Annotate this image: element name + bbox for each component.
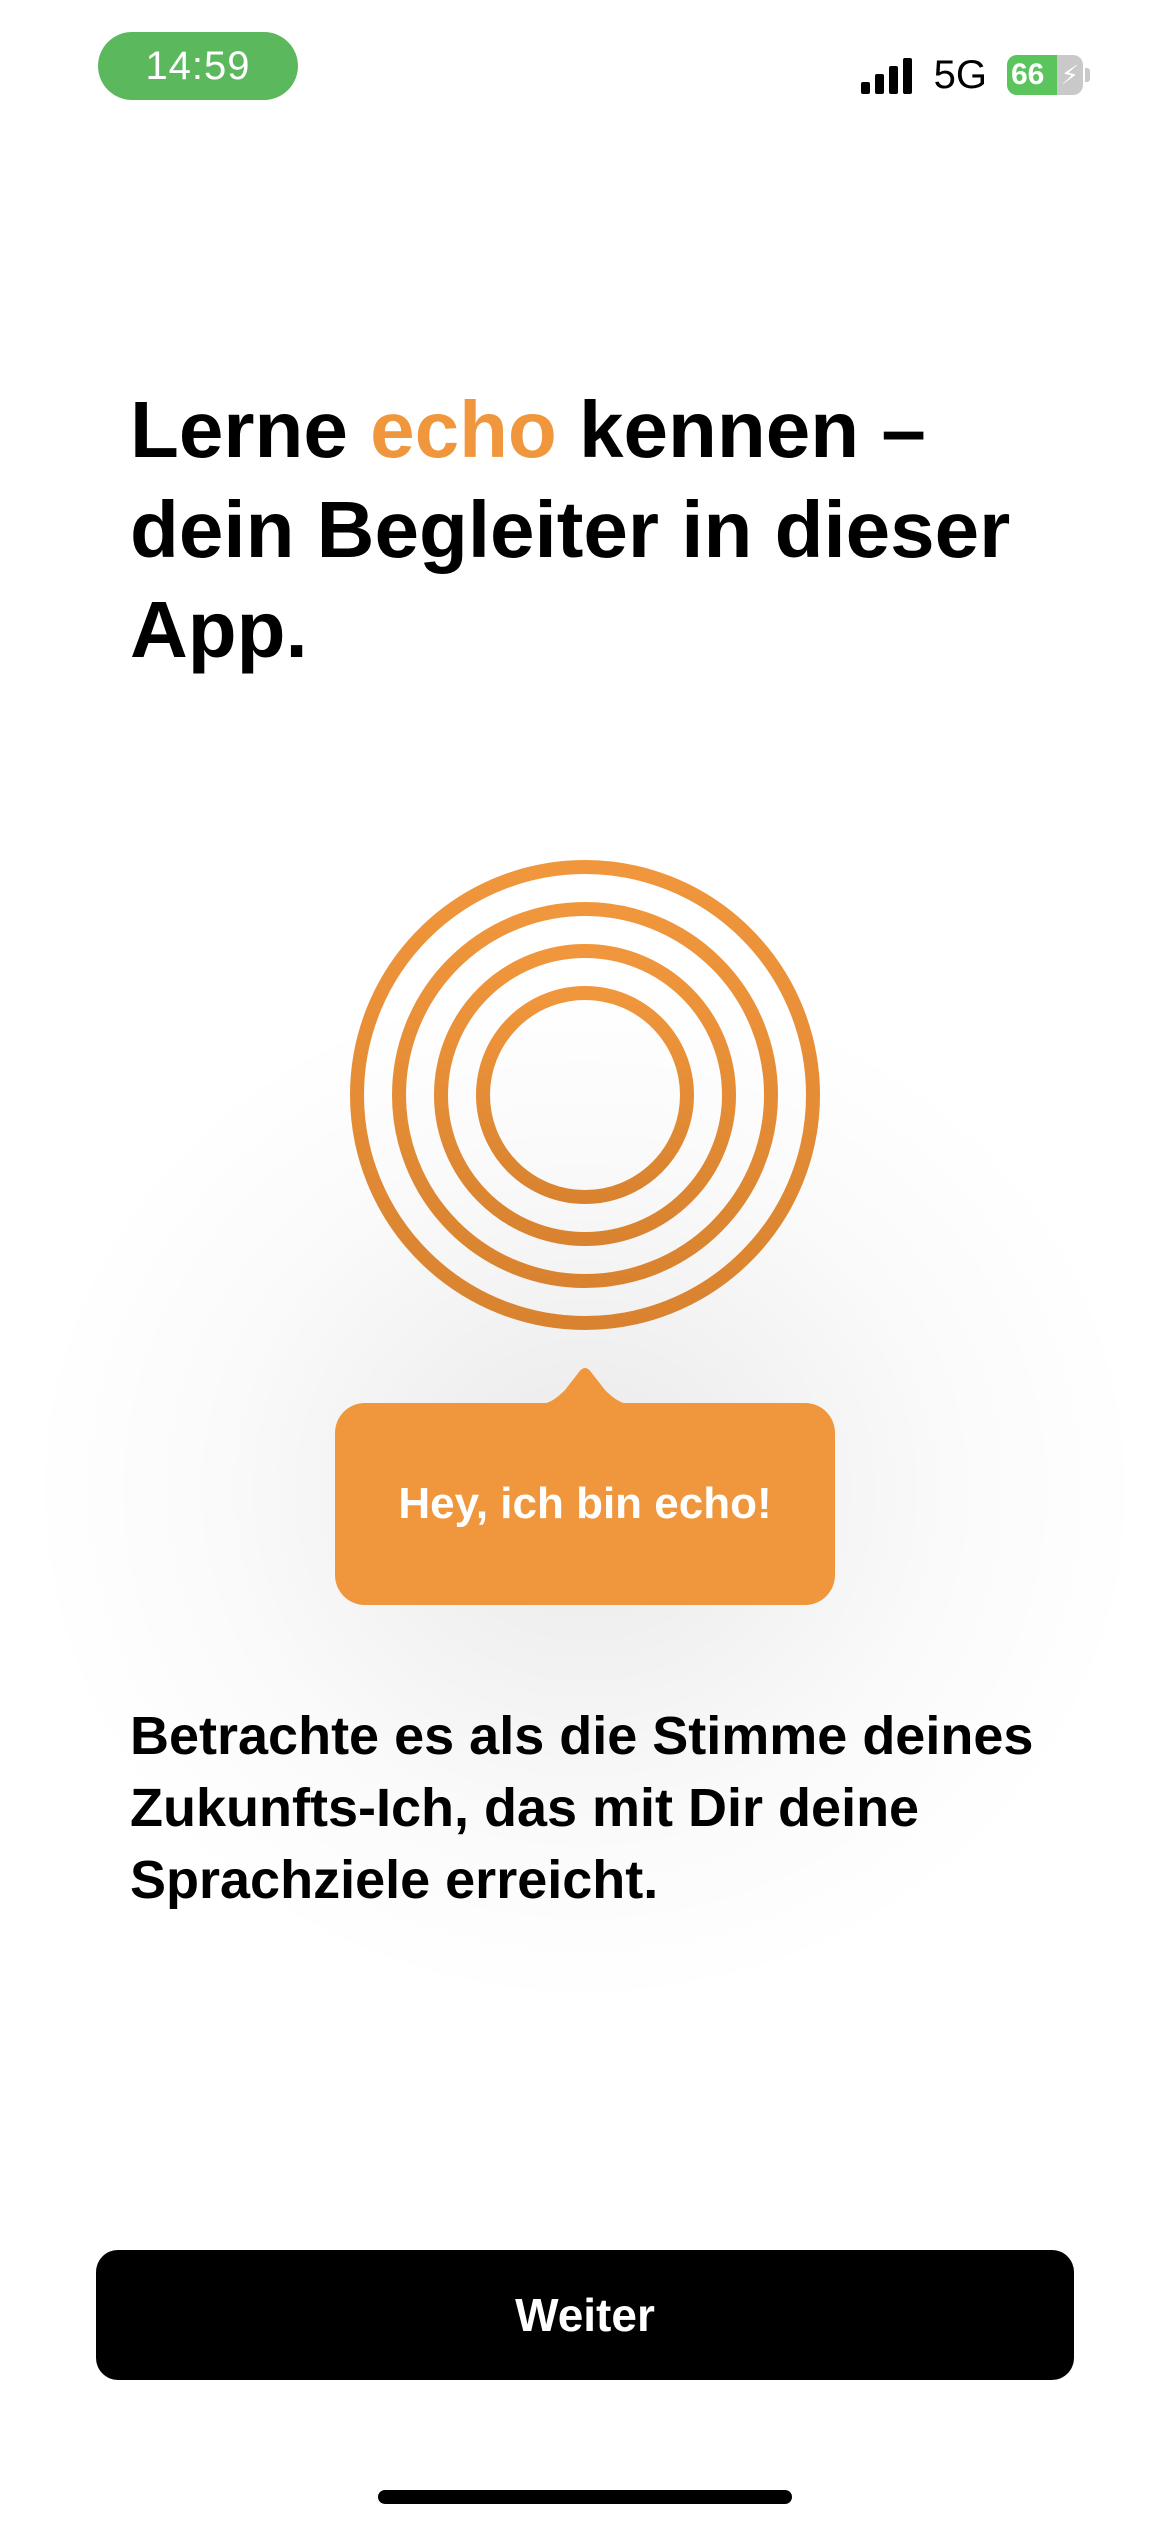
status-time: 14:59 — [98, 32, 298, 100]
status-bar: 14:59 5G 66 ⚡ — [0, 0, 1170, 140]
charging-bolt-icon: ⚡ — [1060, 60, 1079, 90]
bubble-arrow — [525, 1368, 645, 1406]
battery-charging-icon: 66 ⚡ — [1007, 55, 1083, 95]
home-indicator[interactable] — [378, 2490, 792, 2504]
description-text: Betrachte es als die Stimme deines Zukun… — [130, 1706, 1034, 1910]
network-type-label: 5G — [933, 53, 987, 97]
status-indicators: 5G 66 ⚡ — [860, 50, 1090, 100]
continue-button[interactable]: Weiter — [96, 2250, 1074, 2380]
page-title: Lerne echo kennen – dein Begleiter in di… — [130, 380, 1060, 680]
speech-bubble-text: Hey, ich bin echo! — [335, 1403, 835, 1605]
title-part-1: Lerne — [130, 385, 371, 474]
battery-level: 66 — [1011, 58, 1045, 91]
battery-cap — [1085, 68, 1090, 82]
title-accent-echo: echo — [370, 385, 557, 474]
cellular-signal-icon — [860, 56, 912, 94]
speech-bubble: Hey, ich bin echo! — [335, 1360, 835, 1610]
echo-rings-icon — [350, 860, 820, 1330]
